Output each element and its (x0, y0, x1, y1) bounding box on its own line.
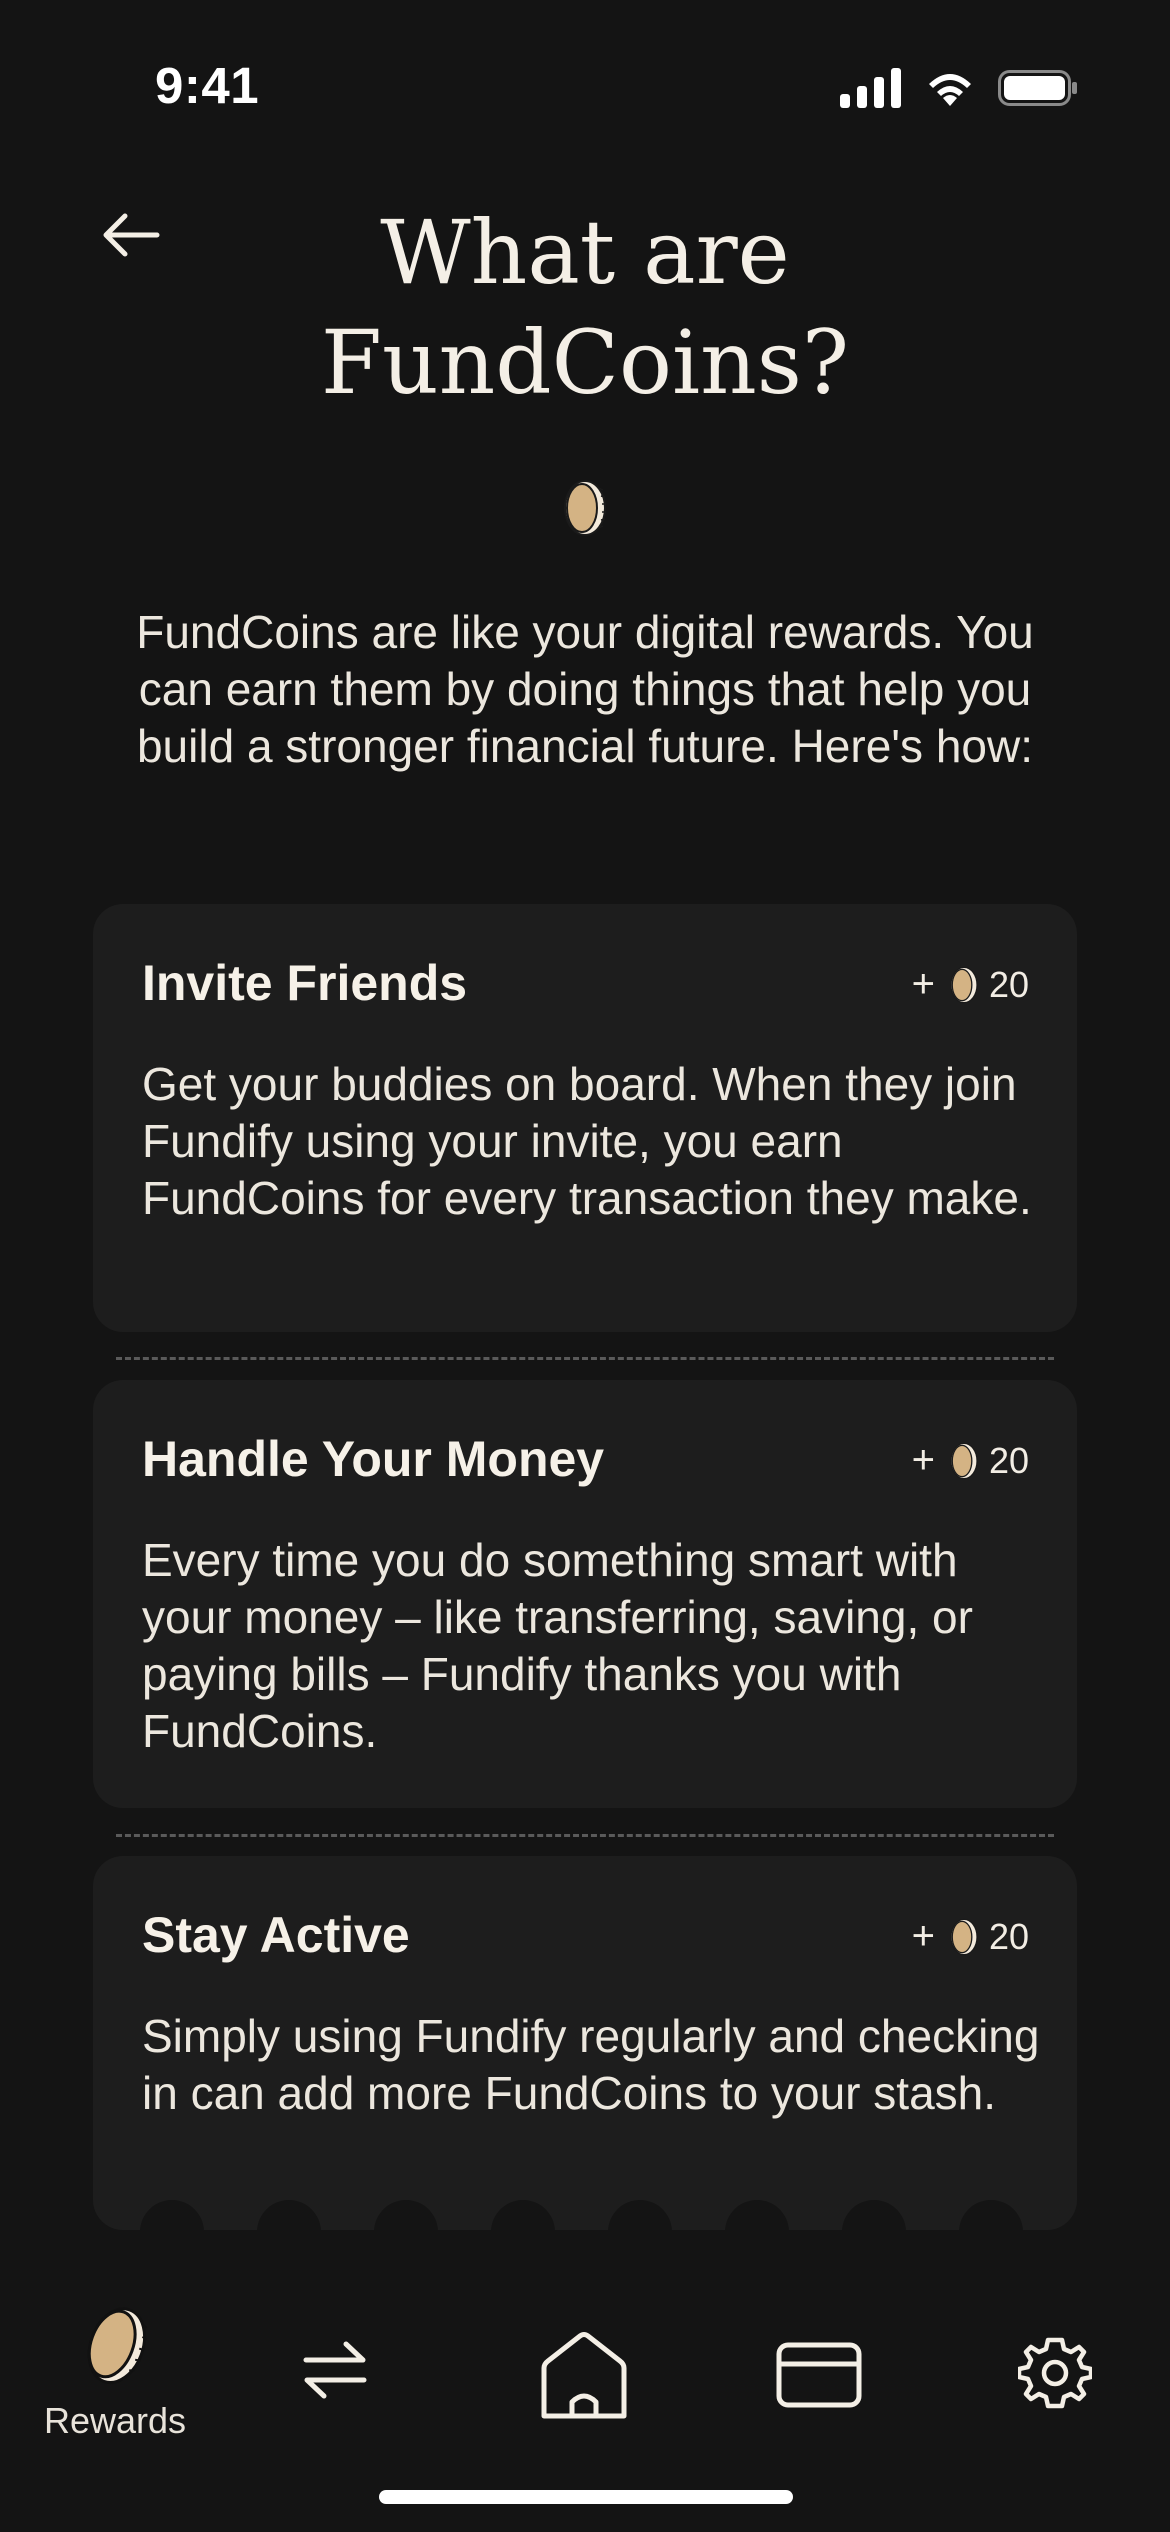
card-title: Stay Active (142, 1907, 410, 1963)
reward-card-handle-money: Handle Your Money + 20 Every time you do… (93, 1380, 1077, 1808)
coin-amount: 20 (988, 1915, 1029, 1957)
dashed-divider (116, 1357, 1054, 1360)
coin-reward-badge: + 20 (912, 962, 1029, 1007)
wifi-icon (929, 74, 971, 106)
arrow-left-icon (103, 213, 160, 257)
transfer-arrows-icon (303, 2341, 367, 2399)
card-description: Get your buddies on board. When they joi… (142, 1058, 1032, 1224)
plus-sign: + (911, 1438, 935, 1482)
card-title: Handle Your Money (142, 1431, 605, 1487)
tab-bar: Rewards (0, 2280, 1170, 2470)
reward-card-invite-friends: Invite Friends + 20 Get your buddies on … (93, 904, 1077, 1332)
dashed-divider (116, 1834, 1054, 1837)
back-button[interactable] (96, 200, 166, 270)
card-description: Every time you do something smart with y… (142, 1534, 973, 1757)
coin-icon (564, 480, 606, 536)
coin-icon (950, 1918, 978, 1955)
tab-cards[interactable] (776, 2342, 862, 2408)
coin-icon (950, 966, 978, 1003)
plus-sign: + (911, 962, 935, 1006)
page-title: What are FundCoins? (320, 201, 850, 414)
tab-label: Rewards (43, 2400, 187, 2441)
tab-transfer[interactable] (300, 2338, 370, 2402)
plus-sign: + (911, 1914, 935, 1958)
coin-icon (950, 1442, 978, 1479)
reward-card-stay-active: Stay Active + 20 Simply using Fundify re… (93, 1856, 1077, 2230)
tab-home[interactable] (538, 2330, 630, 2420)
battery-icon (998, 70, 1077, 106)
tab-rewards[interactable]: Rewards (40, 2300, 190, 2442)
gear-icon (1018, 2337, 1092, 2409)
card-description: Simply using Fundify regularly and check… (142, 2010, 1040, 2119)
ticket-edge (93, 2200, 1077, 2230)
home-indicator[interactable] (379, 2490, 793, 2504)
status-icons (840, 68, 1078, 108)
intro-text: FundCoins are like your digital rewards.… (136, 606, 1034, 772)
status-time: 9:41 (155, 57, 260, 114)
status-bar: 9:41 (0, 0, 1170, 150)
coin-amount: 20 (988, 1439, 1029, 1481)
coin-icon (87, 2307, 148, 2384)
tab-settings[interactable] (1018, 2336, 1092, 2410)
coin-reward-badge: + 20 (912, 1914, 1029, 1959)
card-icon (776, 2342, 862, 2408)
cellular-signal-icon (840, 68, 901, 108)
coin-amount: 20 (988, 963, 1029, 1005)
card-title: Invite Friends (142, 955, 468, 1011)
home-icon (541, 2332, 627, 2419)
coin-reward-badge: + 20 (912, 1438, 1029, 1483)
